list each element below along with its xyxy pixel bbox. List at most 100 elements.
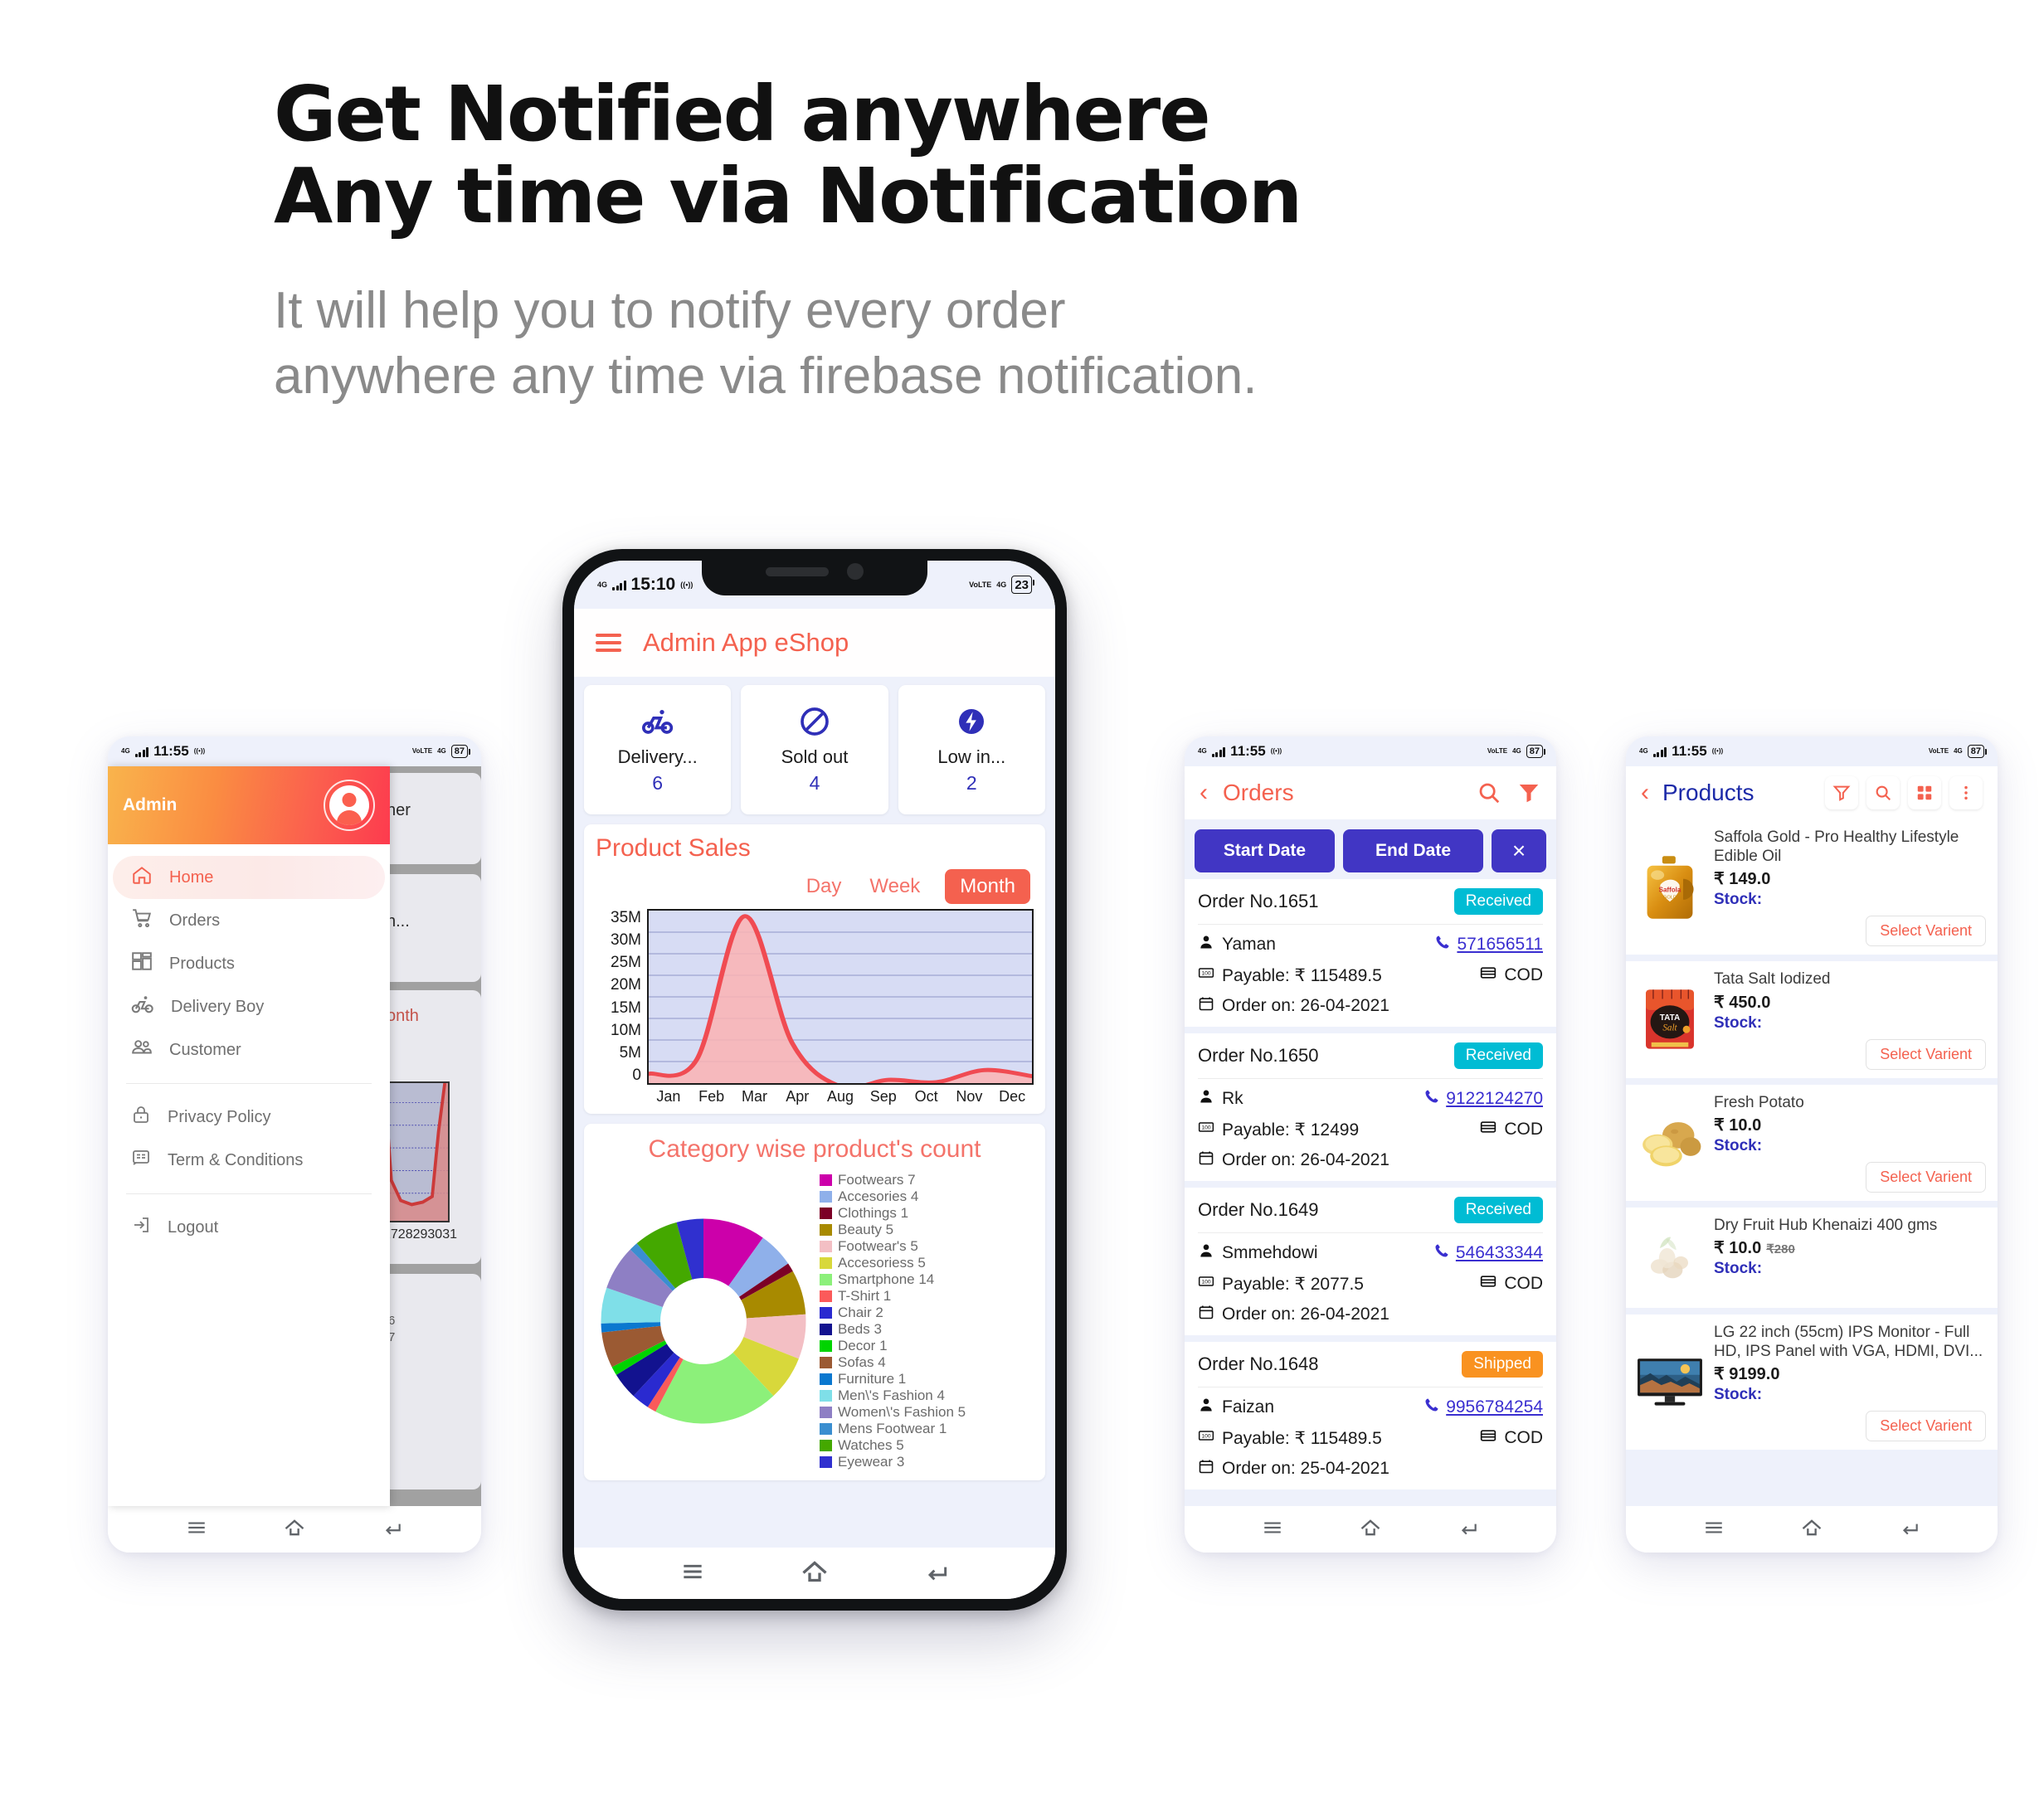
start-date-button[interactable]: Start Date bbox=[1195, 829, 1335, 872]
person-icon bbox=[1198, 934, 1214, 955]
stat-card-low-inventory[interactable]: Low in... 2 bbox=[898, 685, 1045, 814]
device-notch bbox=[702, 561, 927, 595]
data-icon: 4G bbox=[1954, 747, 1963, 755]
chevron-left-icon[interactable]: ‹ bbox=[1641, 780, 1649, 805]
recents-icon[interactable] bbox=[186, 1517, 207, 1543]
sidebar-item-terms[interactable]: Term & Conditions bbox=[113, 1139, 385, 1182]
payable-amount: Payable: ₹ 115489.5 bbox=[1222, 965, 1382, 985]
back-icon[interactable] bbox=[1899, 1517, 1920, 1543]
network-type-label: 4G bbox=[1198, 747, 1207, 755]
chart-title: Category wise product's count bbox=[648, 1135, 981, 1163]
network-type-label: 4G bbox=[1639, 747, 1648, 755]
status-bar: 4G 15:10 ((•)) VoLTE 4G 23 bbox=[574, 561, 1055, 609]
svg-text:Saffola: Saffola bbox=[1659, 886, 1681, 893]
product-price: ₹ 149.0 bbox=[1714, 870, 1771, 889]
select-variant-button[interactable]: Select Varient bbox=[1866, 1038, 1986, 1070]
back-icon[interactable] bbox=[382, 1517, 403, 1543]
sidebar-item-label: Home bbox=[169, 867, 214, 887]
end-date-button[interactable]: End Date bbox=[1343, 829, 1483, 872]
product-row[interactable]: Dry Fruit Hub Khenaizi 400 gms ₹ 10.0 ₹280… bbox=[1626, 1207, 1998, 1308]
recents-icon[interactable] bbox=[1703, 1517, 1725, 1543]
recents-icon[interactable] bbox=[1262, 1517, 1283, 1543]
card-icon bbox=[1480, 965, 1496, 986]
stat-card-label: Sold out bbox=[781, 746, 849, 767]
page-title: Get Notified anywhere Any time via Notif… bbox=[274, 70, 1302, 241]
recents-icon[interactable] bbox=[679, 1558, 706, 1589]
order-customer-row: Rk 9122124270 bbox=[1198, 1088, 1543, 1110]
order-payable-row: 100 Payable: ₹ 12499 COD bbox=[1198, 1119, 1543, 1140]
chevron-left-icon[interactable]: ‹ bbox=[1200, 780, 1208, 805]
sidebar-item-logout[interactable]: Logout bbox=[113, 1206, 385, 1249]
order-card[interactable]: Order No.1649 Received Smmehdowi 546433344 1… bbox=[1185, 1188, 1556, 1335]
home-icon[interactable] bbox=[283, 1516, 306, 1543]
app-bar: ‹ Orders bbox=[1185, 766, 1556, 819]
sidebar-item-customer[interactable]: Customer bbox=[113, 1028, 385, 1072]
sidebar-item-orders[interactable]: Orders bbox=[113, 899, 385, 942]
legend-item: Women\'s Fashion 5 bbox=[820, 1404, 1034, 1421]
sidebar-item-delivery-boy[interactable]: Delivery Boy bbox=[113, 985, 385, 1028]
product-row[interactable]: TATA Salt Tata Salt Iodized ₹ 450.0 Stock: Se… bbox=[1626, 961, 1998, 1078]
search-icon[interactable] bbox=[1866, 776, 1900, 809]
phone-link[interactable]: 546433344 bbox=[1433, 1242, 1543, 1264]
system-navigation-bar bbox=[108, 1506, 481, 1553]
sidebar-item-products[interactable]: Products bbox=[113, 942, 385, 985]
hotspot-icon: ((•)) bbox=[1711, 747, 1724, 755]
product-stock: Stock: bbox=[1714, 891, 1763, 909]
home-icon[interactable] bbox=[800, 1557, 830, 1591]
x-tick: Oct bbox=[914, 1088, 938, 1105]
product-row[interactable]: Saffola GOLD Saffola Gold - Pro Healthy Li… bbox=[1626, 819, 1998, 955]
product-row[interactable]: LG 22 inch (55cm) IPS Monitor - Full HD,… bbox=[1626, 1314, 1998, 1451]
legend-item: Accesoriess 5 bbox=[820, 1255, 1034, 1271]
sidebar-item-home[interactable]: Home bbox=[113, 856, 385, 899]
range-month[interactable]: Month bbox=[945, 869, 1030, 904]
order-card[interactable]: Order No.1648 Shipped Faizan 9956784254 100 P… bbox=[1185, 1342, 1556, 1489]
phone-link[interactable]: 9122124270 bbox=[1424, 1088, 1543, 1110]
bicycle-icon bbox=[641, 705, 674, 742]
payable-amount: Payable: ₹ 12499 bbox=[1222, 1120, 1360, 1140]
sidebar-item-label: Customer bbox=[169, 1040, 241, 1059]
back-icon[interactable] bbox=[923, 1558, 950, 1589]
y-tick: 5M bbox=[619, 1043, 641, 1062]
hotspot-icon: ((•)) bbox=[680, 580, 694, 589]
filter-icon[interactable] bbox=[1825, 776, 1858, 809]
clear-filter-button[interactable]: × bbox=[1492, 829, 1546, 872]
avatar[interactable] bbox=[324, 780, 375, 831]
grid-icon bbox=[131, 950, 153, 977]
order-card[interactable]: Order No.1650 Received Rk 9122124270 100 Paya… bbox=[1185, 1033, 1556, 1181]
range-week[interactable]: Week bbox=[866, 871, 923, 902]
battery-icon: 87 bbox=[1967, 745, 1988, 758]
orders-list: Order No.1651 Received Yaman 571656511 100 Pa… bbox=[1185, 879, 1556, 1496]
filter-icon[interactable] bbox=[1516, 780, 1541, 805]
hamburger-icon[interactable] bbox=[596, 634, 621, 652]
select-variant-button[interactable]: Select Varient bbox=[1866, 1411, 1986, 1442]
pie-legend: Footwears 7 Accesories 4 Clothings 1 Beauty… bbox=[820, 1172, 1034, 1470]
x-axis-labels: Jan Feb Mar Apr Aug Sep Oct Nov Dec bbox=[647, 1085, 1034, 1106]
payment-method: COD bbox=[1504, 965, 1543, 984]
phone-link[interactable]: 571656511 bbox=[1434, 934, 1543, 955]
sidebar-item-label: Orders bbox=[169, 911, 221, 930]
order-card[interactable]: Order No.1651 Received Yaman 571656511 100 Pa… bbox=[1185, 879, 1556, 1027]
more-vertical-icon[interactable] bbox=[1949, 776, 1983, 809]
sidebar-item-privacy-policy[interactable]: Privacy Policy bbox=[113, 1096, 385, 1139]
range-day[interactable]: Day bbox=[803, 871, 845, 902]
stat-card-sold-out[interactable]: Sold out 4 bbox=[741, 685, 888, 814]
select-variant-button[interactable]: Select Varient bbox=[1866, 916, 1986, 947]
battery-icon: 87 bbox=[1526, 745, 1546, 758]
customer-name: Rk bbox=[1222, 1089, 1243, 1108]
phone-link[interactable]: 9956784254 bbox=[1424, 1397, 1543, 1418]
product-stock: Stock: bbox=[1714, 1386, 1763, 1404]
select-variant-button[interactable]: Select Varient bbox=[1866, 1161, 1986, 1193]
product-row[interactable]: Fresh Potato ₹ 10.0 Stock: Select Varient bbox=[1626, 1084, 1998, 1201]
grid-view-icon[interactable] bbox=[1908, 776, 1941, 809]
person-icon bbox=[1198, 1088, 1214, 1110]
hotspot-icon: ((•)) bbox=[193, 747, 206, 755]
stat-card-delivery[interactable]: Delivery... 6 bbox=[584, 685, 732, 814]
product-old-price: ₹280 bbox=[1766, 1242, 1795, 1256]
earpiece-speaker bbox=[766, 566, 829, 576]
home-icon[interactable] bbox=[1359, 1516, 1382, 1543]
back-icon[interactable] bbox=[1458, 1517, 1479, 1543]
order-customer-row: Smmehdowi 546433344 bbox=[1198, 1242, 1543, 1264]
search-icon[interactable] bbox=[1477, 780, 1501, 805]
home-icon[interactable] bbox=[1800, 1516, 1823, 1543]
status-badge: Received bbox=[1453, 1042, 1543, 1069]
